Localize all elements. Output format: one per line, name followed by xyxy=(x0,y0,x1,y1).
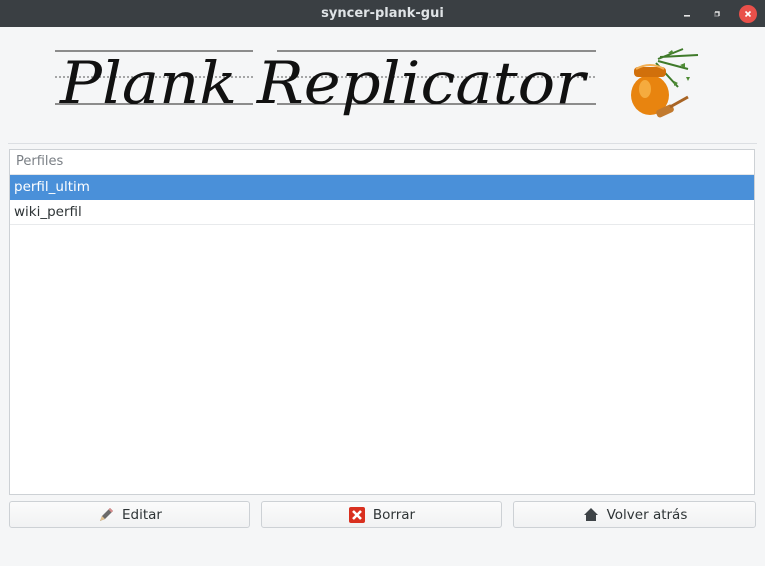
edit-button[interactable]: Editar xyxy=(9,501,250,528)
profiles-column-header[interactable]: Perfiles xyxy=(10,150,754,175)
list-item-label: perfil_ultim xyxy=(14,179,90,195)
minimize-icon[interactable] xyxy=(678,5,696,23)
list-item-label: wiki_perfil xyxy=(14,204,82,220)
list-item[interactable]: perfil_ultim xyxy=(10,175,754,200)
list-item[interactable]: wiki_perfil xyxy=(10,200,754,225)
delete-button[interactable]: Borrar xyxy=(261,501,502,528)
back-button[interactable]: Volver atrás xyxy=(513,501,756,528)
window-titlebar[interactable]: syncer-plank-gui xyxy=(0,0,765,27)
close-icon[interactable] xyxy=(739,5,757,23)
window-title: syncer-plank-gui xyxy=(321,6,444,21)
back-button-label: Volver atrás xyxy=(606,506,688,523)
honey-pot-icon xyxy=(631,48,699,118)
delete-button-label: Borrar xyxy=(372,506,416,523)
app-banner: Plank Replicator xyxy=(0,27,765,142)
banner-title: Plank Replicator xyxy=(59,49,589,117)
edit-button-label: Editar xyxy=(122,506,162,523)
pencil-icon xyxy=(97,506,115,524)
delete-x-icon xyxy=(348,506,366,524)
profiles-list[interactable]: Perfiles perfil_ultim wiki_perfil xyxy=(9,149,755,495)
banner-title-graphic: Plank Replicator xyxy=(55,48,699,118)
banner-separator xyxy=(8,143,757,144)
maximize-icon[interactable] xyxy=(708,5,726,23)
home-icon xyxy=(582,506,600,524)
